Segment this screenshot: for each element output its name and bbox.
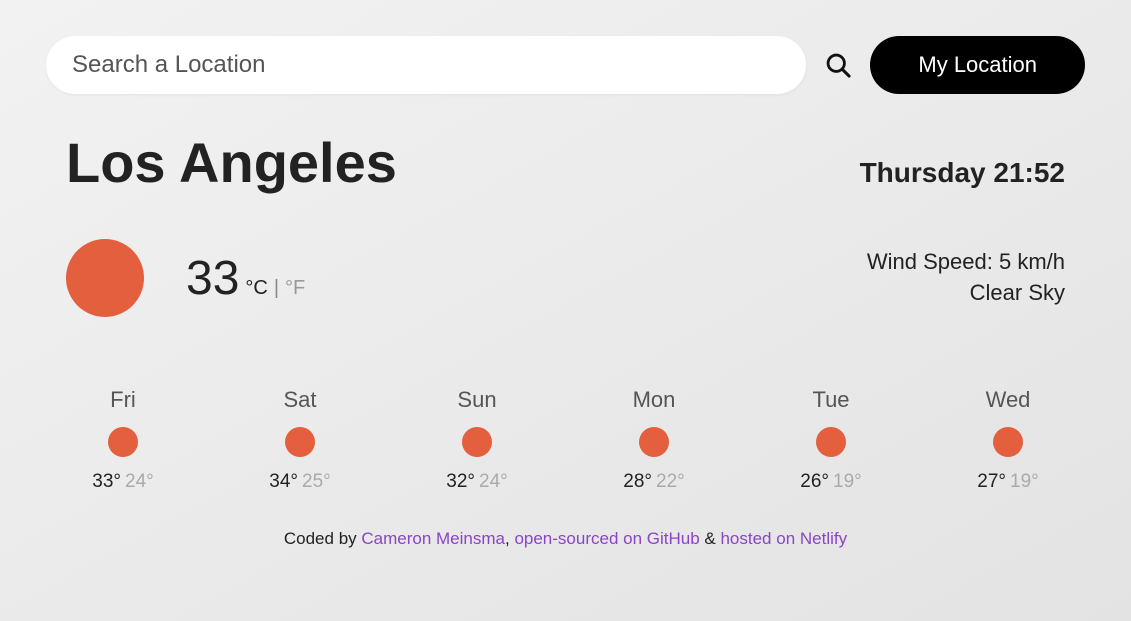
forecast-lo: 24° bbox=[479, 471, 508, 492]
footer-author-link[interactable]: Cameron Meinsma bbox=[361, 529, 505, 548]
current-temperature: 33 bbox=[186, 251, 239, 306]
unit-separator: | bbox=[274, 277, 279, 300]
forecast-day-label: Tue bbox=[812, 387, 849, 413]
wind-label: Wind Speed: bbox=[867, 249, 993, 274]
sun-icon bbox=[993, 427, 1023, 457]
forecast-hi: 28° bbox=[623, 471, 652, 492]
city-name: Los Angeles bbox=[66, 130, 397, 195]
forecast-day-label: Fri bbox=[110, 387, 136, 413]
sun-icon bbox=[639, 427, 669, 457]
footer-coded-by: Coded by bbox=[284, 529, 362, 548]
datetime: Thursday 21:52 bbox=[860, 157, 1065, 189]
current-conditions: 33 °C | °F Wind Speed: 5 km/h Clear Sky bbox=[66, 239, 1065, 317]
forecast-hi: 26° bbox=[800, 471, 829, 492]
forecast-hi: 32° bbox=[446, 471, 475, 492]
forecast-temps: 26°19° bbox=[800, 471, 861, 493]
condition-text: Clear Sky bbox=[867, 278, 1065, 309]
footer-github-link[interactable]: open-sourced on GitHub bbox=[514, 529, 699, 548]
footer-netlify-link[interactable]: hosted on Netlify bbox=[720, 529, 847, 548]
sun-icon bbox=[66, 239, 144, 317]
my-location-button[interactable]: My Location bbox=[870, 36, 1085, 94]
forecast-day: Sat 34°25° bbox=[255, 387, 345, 493]
footer-sep: & bbox=[700, 529, 721, 548]
forecast-temps: 32°24° bbox=[446, 471, 507, 493]
sun-icon bbox=[816, 427, 846, 457]
temperature-block: 33 °C | °F bbox=[186, 251, 305, 306]
unit-fahrenheit[interactable]: °F bbox=[285, 277, 305, 300]
forecast-lo: 25° bbox=[302, 471, 331, 492]
forecast-day: Fri 33°24° bbox=[78, 387, 168, 493]
forecast-lo: 19° bbox=[1010, 471, 1039, 492]
sun-icon bbox=[108, 427, 138, 457]
forecast-lo: 19° bbox=[833, 471, 862, 492]
forecast-day-label: Sat bbox=[283, 387, 316, 413]
forecast-lo: 24° bbox=[125, 471, 154, 492]
search-input[interactable] bbox=[46, 36, 806, 94]
forecast-day-label: Sun bbox=[457, 387, 496, 413]
forecast-day: Sun 32°24° bbox=[432, 387, 522, 493]
search-icon[interactable] bbox=[824, 51, 852, 79]
title-row: Los Angeles Thursday 21:52 bbox=[66, 130, 1065, 195]
sun-icon bbox=[462, 427, 492, 457]
forecast-hi: 33° bbox=[92, 471, 121, 492]
forecast-hi: 27° bbox=[977, 471, 1006, 492]
forecast-day: Wed 27°19° bbox=[963, 387, 1053, 493]
top-bar: My Location bbox=[46, 36, 1085, 94]
forecast-temps: 28°22° bbox=[623, 471, 684, 493]
forecast-temps: 34°25° bbox=[269, 471, 330, 493]
unit-celsius[interactable]: °C bbox=[245, 277, 267, 300]
forecast-day-label: Wed bbox=[986, 387, 1031, 413]
forecast-day: Mon 28°22° bbox=[609, 387, 699, 493]
forecast-day: Tue 26°19° bbox=[786, 387, 876, 493]
current-right: Wind Speed: 5 km/h Clear Sky bbox=[867, 247, 1065, 309]
forecast-hi: 34° bbox=[269, 471, 298, 492]
forecast-day-label: Mon bbox=[633, 387, 676, 413]
wind-speed: Wind Speed: 5 km/h bbox=[867, 247, 1065, 278]
forecast-temps: 33°24° bbox=[92, 471, 153, 493]
forecast-lo: 22° bbox=[656, 471, 685, 492]
footer: Coded by Cameron Meinsma, open-sourced o… bbox=[26, 529, 1105, 549]
forecast-temps: 27°19° bbox=[977, 471, 1038, 493]
current-left: 33 °C | °F bbox=[66, 239, 305, 317]
wind-value: 5 km/h bbox=[999, 249, 1065, 274]
sun-icon bbox=[285, 427, 315, 457]
forecast-row: Fri 33°24° Sat 34°25° Sun 32°24° Mon 28°… bbox=[78, 387, 1053, 493]
